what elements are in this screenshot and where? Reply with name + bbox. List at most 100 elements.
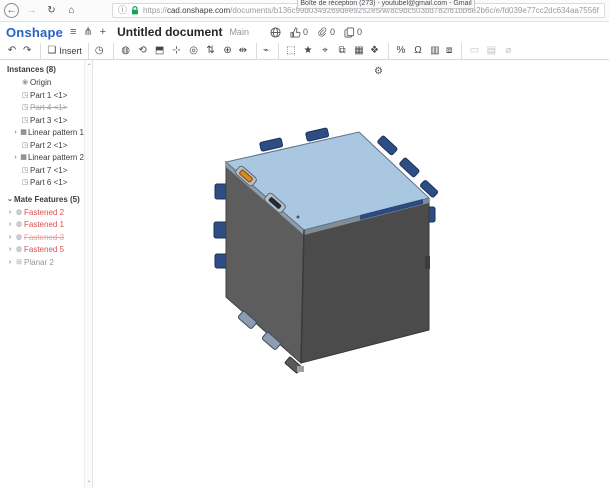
interference-icon[interactable]: % — [394, 43, 411, 59]
expand-chevron-icon[interactable]: › — [6, 207, 14, 220]
mate-feature-item[interactable]: › ◍ Fastened 3 — [0, 232, 84, 245]
browser-tab-tooltip: Boîte de réception (273) - youtubel@gmai… — [297, 0, 475, 9]
instance-item[interactable]: › ▦ Linear pattern 2 — [0, 152, 84, 165]
replicate-icon[interactable]: ❖ — [369, 42, 389, 59]
model-foot — [297, 366, 304, 372]
instance-item[interactable]: ◳ Part 2 <1> — [0, 140, 84, 153]
mate-feature-item[interactable]: › ◍ Fastened 1 — [0, 219, 84, 232]
mate-feature-item[interactable]: › ◍ Fastened 5 — [0, 244, 84, 257]
assembly-toolbar: ↶ ↷ ❏ Insert ◷ ◍ ⟲ ⬒ ⊹ ◎ ⇅ ⊕ ⇹ ⌁ ⬚ ★ ⌖ ⧉… — [0, 42, 609, 60]
document-title[interactable]: Untitled document — [117, 25, 222, 39]
copy-document-icon — [344, 27, 355, 37]
scroll-up-icon[interactable]: ⌃ — [85, 62, 92, 72]
instances-section-header[interactable]: Instances (8) — [0, 60, 84, 77]
instance-type-icon: ▦ — [20, 154, 27, 161]
instance-type-icon: ◳ — [21, 141, 29, 149]
rotate-tool-icon[interactable]: ◎ — [187, 43, 204, 59]
browser-reload-button[interactable]: ↻ — [44, 3, 59, 18]
mate-connector-icon[interactable]: ⌖ — [318, 43, 335, 59]
browser-forward-button[interactable]: → — [24, 3, 39, 18]
sidebar-scrollbar[interactable]: ⌃ ⌄ — [84, 60, 92, 488]
site-info-icon[interactable]: ⓘ — [118, 6, 127, 15]
group-icon[interactable]: ⧉ — [335, 43, 352, 59]
snap-mode-icon[interactable]: ⌁ — [262, 42, 280, 59]
links-counter[interactable]: 0 — [317, 27, 335, 38]
thumbs-up-icon — [290, 26, 301, 37]
instance-type-icon: ▦ — [20, 129, 27, 136]
instance-type-icon: ◉ — [21, 79, 29, 86]
appearance-icon[interactable]: ▤ — [484, 43, 501, 59]
parallel-mate-icon[interactable]: ⇹ — [238, 42, 257, 59]
model-hole — [296, 215, 300, 219]
scroll-down-icon[interactable]: ⌄ — [85, 476, 92, 486]
instance-type-icon: ◳ — [21, 116, 29, 124]
mate-features-section-header[interactable]: ⌄ Mate Features (5) — [0, 190, 84, 207]
mate-type-icon: ◍ — [15, 246, 23, 253]
linear-pattern-icon[interactable]: ▦ — [352, 43, 369, 59]
model-notch — [425, 256, 430, 269]
translate-tool-icon[interactable]: ⊹ — [170, 43, 187, 59]
model-tab — [213, 221, 228, 239]
select-other-icon[interactable]: ⬚ — [284, 43, 301, 59]
onshape-logo[interactable]: Onshape — [6, 25, 63, 40]
named-positions-icon[interactable]: Ω — [411, 43, 428, 59]
app-header: Onshape ≡ ⋔ + Untitled document Main 0 0… — [0, 22, 609, 42]
section-view-icon[interactable]: ▥ — [428, 43, 445, 59]
display-states-icon[interactable]: ⧈ — [445, 42, 463, 59]
section-expanded-chevron-icon[interactable]: ⌄ — [7, 195, 14, 203]
mate-feature-item[interactable]: › ⊞ Planar 2 — [0, 257, 84, 270]
mate-type-icon: ◍ — [15, 233, 23, 241]
instance-item[interactable]: ◳ Part 6 <1> — [0, 177, 84, 190]
expand-chevron-icon[interactable]: › — [12, 152, 19, 165]
undo-button[interactable]: ↶ — [5, 43, 22, 59]
expand-chevron-icon[interactable]: › — [12, 127, 19, 140]
mate-feature-item[interactable]: › ◍ Fastened 2 — [0, 207, 84, 220]
workspace-name[interactable]: Main — [229, 27, 249, 37]
share-status[interactable] — [270, 26, 281, 38]
instance-item[interactable]: ◳ Part 7 <1> — [0, 165, 84, 178]
versions-history-icon[interactable]: ⋔ — [83, 26, 92, 38]
browser-home-button[interactable]: ⌂ — [64, 3, 79, 18]
instances-list: ◉ Origin ◳ Part 1 <1> ◳ Part 4 <1> ◳ Par… — [0, 77, 84, 190]
paperclip-icon — [318, 27, 327, 37]
expand-chevron-icon[interactable]: › — [6, 219, 14, 232]
measure-icon[interactable]: ⌀ — [501, 43, 518, 59]
mate-type-icon: ◍ — [15, 221, 23, 228]
history-button[interactable]: ◷ — [94, 42, 114, 59]
instance-item[interactable]: ◉ Origin — [0, 77, 84, 90]
globe-icon — [270, 26, 281, 38]
instance-type-icon: ◳ — [21, 104, 29, 111]
mate-type-icon: ◍ — [15, 208, 23, 216]
cylindrical-mate-icon[interactable]: ⊕ — [221, 43, 238, 59]
instance-item[interactable]: ◳ Part 3 <1> — [0, 115, 84, 128]
insert-button[interactable]: ❏ Insert — [46, 42, 89, 59]
mate-features-list: › ◍ Fastened 2 › ◍ Fastened 1 › ◍ Fasten… — [0, 207, 84, 270]
hide-instances-icon[interactable]: ▭ — [467, 43, 484, 59]
instance-item[interactable]: ◳ Part 4 <1> — [0, 102, 84, 115]
mate-type-icon: ⊞ — [16, 258, 22, 266]
instance-item[interactable]: ◳ Part 1 <1> — [0, 90, 84, 103]
instance-item[interactable]: › ▦ Linear pattern 1 — [0, 127, 84, 140]
onshape-assembly-window: ← → ↻ ⌂ ⓘ https://cad.onshape.com/docume… — [0, 0, 609, 488]
copies-counter[interactable]: 0 — [344, 27, 362, 38]
redo-button[interactable]: ↷ — [22, 42, 42, 59]
assembly-3d-model[interactable] — [94, 60, 609, 488]
revolute-mate-icon[interactable]: ⟲ — [136, 43, 153, 59]
likes-counter[interactable]: 0 — [290, 26, 308, 38]
lock-icon — [132, 6, 138, 15]
slider-mate-icon[interactable]: ⇅ — [204, 43, 221, 59]
expand-chevron-icon[interactable]: › — [6, 232, 14, 245]
viewport-canvas[interactable]: ⚙ — [94, 60, 609, 488]
create-version-icon[interactable]: + — [100, 26, 106, 38]
planar-mate-icon[interactable]: ⬒ — [153, 43, 170, 59]
instance-type-icon: ◳ — [21, 91, 29, 99]
main-area: Instances (8) ◉ Origin ◳ Part 1 <1> ◳ Pa… — [0, 60, 609, 488]
document-menu-icon[interactable]: ≡ — [70, 26, 76, 38]
instance-type-icon: ◳ — [21, 179, 29, 186]
browser-back-button[interactable]: ← — [4, 3, 19, 18]
expand-chevron-icon[interactable]: › — [6, 257, 14, 270]
fastened-mate-icon[interactable]: ◍ — [119, 43, 136, 59]
favorite-icon[interactable]: ★ — [301, 43, 318, 59]
model-tab — [259, 137, 284, 152]
expand-chevron-icon[interactable]: › — [6, 244, 14, 257]
